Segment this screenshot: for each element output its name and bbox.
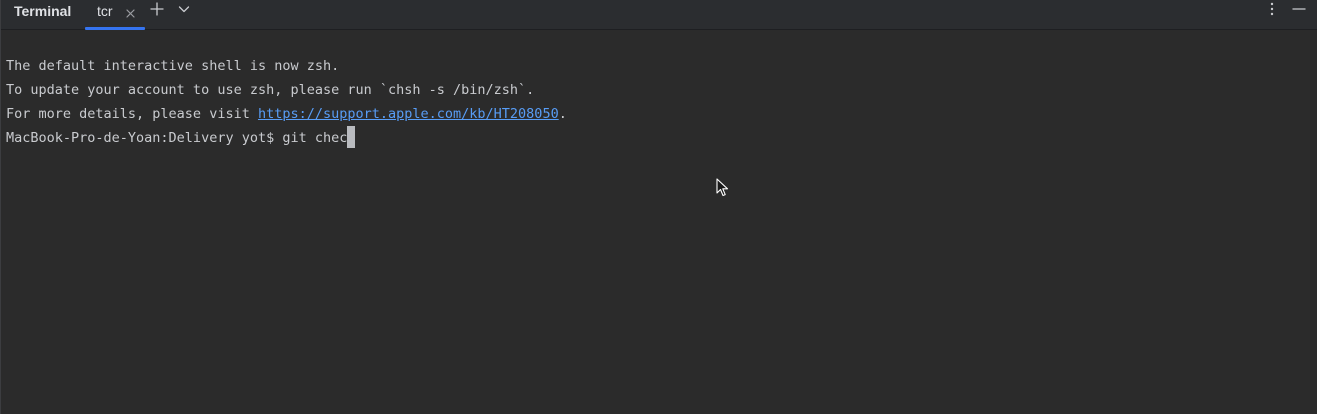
chevron-down-icon[interactable] (176, 1, 192, 17)
text-cursor (347, 125, 356, 148)
line-text: . (558, 106, 567, 122)
command-input[interactable]: git chec (282, 130, 347, 146)
close-icon[interactable] (125, 4, 136, 18)
terminal-window: Terminal tcr The default interactive she… (0, 0, 1317, 414)
minimize-icon[interactable] (1291, 1, 1307, 17)
terminal-line: To update your account to use zsh, pleas… (6, 82, 535, 98)
tab-tcr[interactable]: tcr (85, 0, 145, 30)
terminal-line: For more details, please visit https://s… (6, 102, 567, 126)
command-line[interactable]: MacBook-Pro-de-Yoan:Delivery yot$ git ch… (6, 125, 356, 150)
shell-prompt: MacBook-Pro-de-Yoan:Delivery yot$ (6, 130, 283, 146)
terminal-line: The default interactive shell is now zsh… (6, 58, 340, 74)
terminal-header: Terminal tcr (1, 0, 1317, 30)
plus-icon[interactable] (149, 1, 165, 17)
panel-title: Terminal (14, 3, 72, 19)
mouse-pointer-icon (716, 178, 729, 197)
more-vertical-icon[interactable] (1264, 1, 1280, 17)
line-text: For more details, please visit (6, 106, 258, 122)
support-link[interactable]: https://support.apple.com/kb/HT208050 (258, 106, 559, 122)
tab-label: tcr (97, 3, 113, 19)
terminal-output[interactable]: The default interactive shell is now zsh… (1, 30, 1317, 414)
